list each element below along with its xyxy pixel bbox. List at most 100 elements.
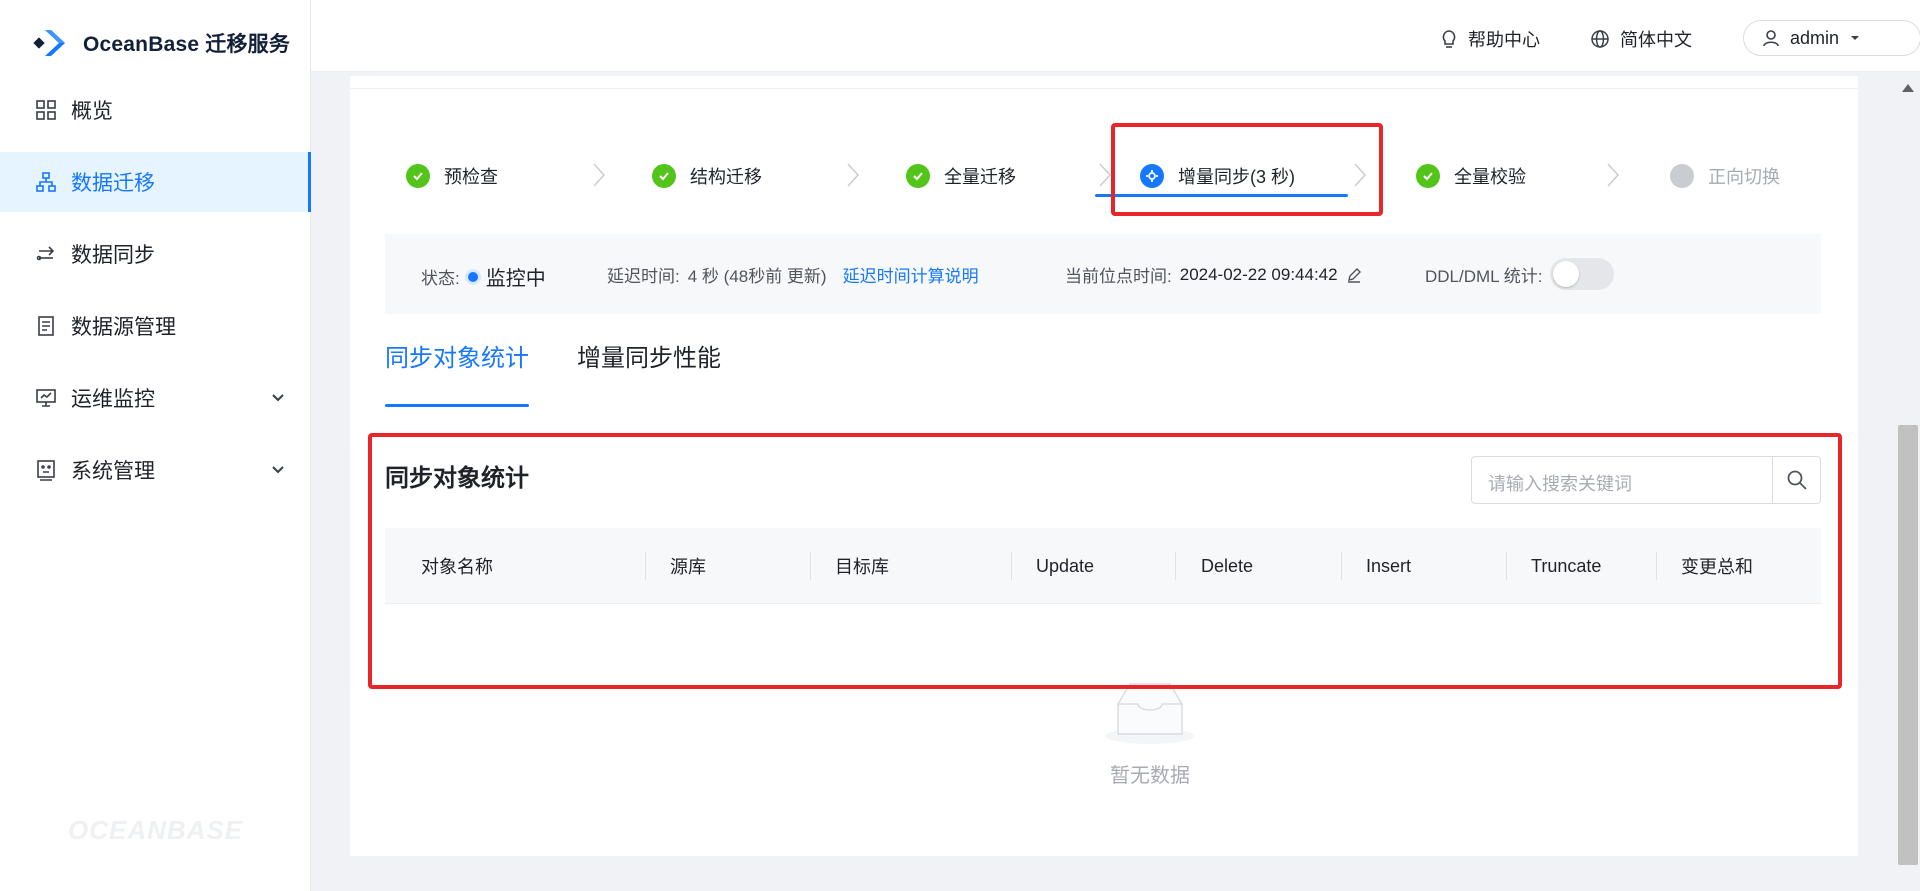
step-label: 全量校验 [1454,167,1526,187]
sidebar-item-label: 运维监控 [71,388,155,411]
active-step-indicator [1095,194,1348,197]
check-circle-icon [652,164,676,188]
database-doc-icon [38,316,54,336]
sidebar-item-label: 概览 [71,100,113,123]
step-incremental-sync[interactable]: 增量同步(3 秒) [1140,146,1295,206]
caret-down-icon [1851,36,1860,40]
tab-sync-object-stats[interactable]: 同步对象统计 [385,338,529,373]
empty-inbox-icon [1106,683,1194,744]
globe-icon [1591,30,1609,48]
scrollbar-thumb[interactable] [1898,425,1918,865]
check-circle-icon [406,164,430,188]
sidebar: OceanBase 迁移服务 概览 数据迁移 数据同步 数据源管理 运维监控 系… [0,0,311,891]
step-label: 增量同步(3 秒) [1178,167,1295,187]
position-time-value: 2024-02-22 09:44:42 [1179,264,1338,284]
user-menu[interactable]: admin [1743,20,1920,56]
column-divider [1506,552,1507,580]
language-switcher[interactable]: 简体中文 [1590,26,1692,52]
active-tab-indicator [385,404,529,407]
column-header-insert[interactable]: Insert [1366,528,1411,604]
oceanbase-logo-icon [33,30,65,56]
step-full-verification[interactable]: 全量校验 [1416,146,1526,206]
top-header: 帮助中心 简体中文 admin [311,0,1920,72]
step-schema-migration[interactable]: 结构迁移 [652,146,762,206]
sidebar-item-ops-monitor[interactable]: 运维监控 [0,368,311,428]
column-header-total-changes[interactable]: 变更总和 [1681,528,1753,604]
help-center-label: 帮助中心 [1468,30,1540,50]
sidebar-item-label: 数据同步 [71,244,155,267]
empty-state: 暂无数据 [1050,676,1250,788]
user-icon [1763,30,1779,47]
column-header-source-db[interactable]: 源库 [670,528,706,604]
step-label: 正向切换 [1708,167,1780,187]
step-full-migration[interactable]: 全量迁移 [906,146,1016,206]
column-header-object-name[interactable]: 对象名称 [421,528,493,604]
chevron-down-icon[interactable] [269,388,287,406]
column-header-delete[interactable]: Delete [1201,528,1253,604]
table-header: 对象名称 源库 目标库 Update Delete Insert Truncat… [385,528,1821,604]
delay-explanation-link[interactable]: 延迟时间计算说明 [843,262,979,287]
migration-steps: 预检查 结构迁移 全量迁移 增量同步(3 秒) 全量校验 正向切换 [350,146,1858,206]
sidebar-item-overview[interactable]: 概览 [0,80,311,140]
search-icon [1787,470,1807,490]
sync-arrows-icon [36,246,55,261]
status-field: 状态: 监控中 [421,262,546,291]
column-divider [810,552,811,580]
chevron-right-icon [1607,163,1620,187]
pending-circle-icon [1670,164,1694,188]
status-dot-icon [467,271,478,282]
brand-watermark: OCEANBASE [68,815,244,845]
column-divider [1011,552,1012,580]
username: admin [1790,27,1840,48]
grid-icon [36,100,56,120]
ddl-dml-toggle[interactable] [1550,258,1615,290]
empty-state-text: 暂无数据 [1110,765,1190,787]
sidebar-item-datasource[interactable]: 数据源管理 [0,296,311,356]
position-time-field: 当前位点时间: 2024-02-22 09:44:42 [1065,262,1362,287]
help-center-link[interactable]: 帮助中心 [1440,26,1540,52]
main-card: 预检查 结构迁移 全量迁移 增量同步(3 秒) 全量校验 正向切换 状态: 监控… [350,76,1858,856]
system-icon [37,460,55,481]
sidebar-item-data-migration[interactable]: 数据迁移 [0,152,311,212]
column-header-truncate[interactable]: Truncate [1531,528,1601,604]
app-logo[interactable]: OceanBase 迁移服务 [33,24,290,62]
position-time-label: 当前位点时间: [1065,267,1172,286]
sidebar-item-label: 系统管理 [71,460,155,483]
column-divider [1341,552,1342,580]
step-label: 结构迁移 [690,167,762,187]
step-forward-switch[interactable]: 正向切换 [1670,146,1780,206]
column-header-target-db[interactable]: 目标库 [835,528,889,604]
check-circle-icon [1416,164,1440,188]
search-button[interactable] [1772,457,1820,503]
search-box: 请输入搜索关键词 [1471,456,1821,504]
sync-status-bar: 状态: 监控中 延迟时间: 4 秒 (48秒前 更新) 延迟时间计算说明 当前位… [385,234,1821,314]
sidebar-nav: 概览 数据迁移 数据同步 数据源管理 运维监控 系统管理 [0,80,311,512]
sidebar-item-data-sync[interactable]: 数据同步 [0,224,311,284]
search-input[interactable]: 请输入搜索关键词 [1472,457,1772,503]
step-precheck[interactable]: 预检查 [406,146,498,206]
check-circle-icon [906,164,930,188]
column-divider [645,552,646,580]
chevron-right-icon [593,163,606,187]
column-divider [1656,552,1657,580]
scroll-up-arrow-icon[interactable] [1902,84,1914,92]
step-label: 预检查 [444,167,498,187]
monitor-icon [36,389,56,407]
chevron-down-icon[interactable] [269,460,287,478]
delay-label: 延迟时间: [607,267,680,286]
column-divider [1175,552,1176,580]
edit-pencil-icon[interactable] [1346,267,1362,283]
sidebar-item-system-admin[interactable]: 系统管理 [0,440,311,500]
chevron-right-icon [847,163,860,187]
app-logo-text: OceanBase 迁移服务 [83,33,291,56]
hierarchy-icon [36,172,56,192]
status-label: 状态: [421,269,460,288]
tab-incremental-performance[interactable]: 增量同步性能 [577,338,721,373]
column-header-update[interactable]: Update [1036,528,1094,604]
sidebar-item-label: 数据源管理 [71,316,176,339]
delay-field: 延迟时间: 4 秒 (48秒前 更新) 延迟时间计算说明 [607,262,979,287]
step-label: 全量迁移 [944,167,1016,187]
lightbulb-icon [1442,30,1456,48]
section-title: 同步对象统计 [385,465,529,492]
sidebar-item-label: 数据迁移 [71,172,155,195]
